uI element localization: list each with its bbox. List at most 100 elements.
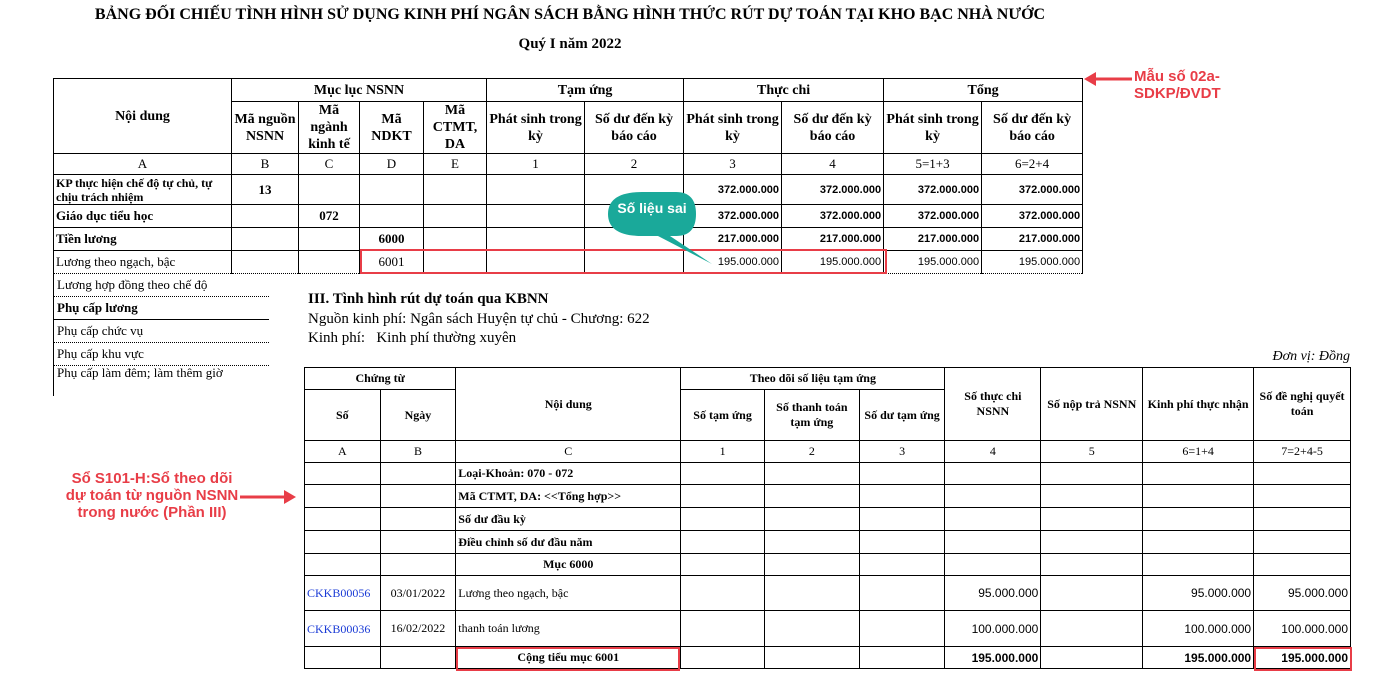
arrow-right-icon	[240, 490, 296, 504]
cell-4: 372.000.000	[781, 174, 885, 205]
header-so-thuc-chi: Số thực chi NSNN	[944, 367, 1042, 441]
header-so-du: Số dư đến kỳ báo cáo	[981, 101, 1084, 154]
cell-1	[486, 174, 586, 205]
header-chung-tu: Chứng từ	[303, 367, 457, 390]
index-cell: C	[298, 153, 360, 175]
index-cell: 3	[858, 440, 946, 463]
table-row: Mục 6000	[304, 553, 1351, 576]
cell-1	[486, 204, 586, 228]
cell-b	[231, 227, 299, 251]
withdrawal-ledger-table: Chứng từ Nội dung Theo dõi số liệu tạm ứ…	[303, 367, 1351, 669]
row-label: Tiền lương	[53, 227, 232, 251]
header-so-du: Số dư đến kỳ báo cáo	[781, 101, 885, 154]
entry-de-nghi: 100.000.000	[1253, 610, 1351, 647]
header-tam-ung: Tạm ứng	[486, 78, 685, 102]
arrow-left-icon	[1084, 72, 1132, 86]
index-cell: 2	[584, 153, 685, 175]
cell-b: 13	[231, 174, 299, 205]
header-ma-ndkt: Mã NDKT	[359, 101, 424, 154]
bubble-text: Số liệu sai	[617, 200, 687, 216]
index-cell: 2	[763, 440, 860, 463]
cell-1	[486, 227, 586, 251]
cell-c	[298, 174, 360, 205]
index-cell: A	[304, 440, 381, 463]
header-thuc-chi: Thực chi	[683, 78, 885, 102]
entry-date: 03/01/2022	[379, 575, 457, 611]
header-ma-nganh: Mã ngành kinh tế	[298, 101, 360, 154]
table-row: CKKB00036 16/02/2022 thanh toán lương 10…	[304, 610, 1351, 647]
cell-c	[298, 227, 360, 251]
table-row: Điều chỉnh số dư đầu năm	[304, 530, 1351, 554]
extra-row: Phụ cấp khu vực	[54, 343, 269, 366]
header-so-nop-tra: Số nộp trả NSNN	[1040, 367, 1144, 441]
extra-row: Lương hợp đồng theo chế độ	[54, 274, 269, 297]
header-so-du: Số dư đến kỳ báo cáo	[584, 101, 685, 154]
index-cell: 4	[944, 440, 1042, 463]
index-cell: 6=2+4	[981, 153, 1084, 175]
header-tong: Tổng	[883, 78, 1084, 102]
table-row: Mã CTMT, DA: <<Tổng hợp>>	[304, 484, 1351, 508]
cell-c	[298, 250, 360, 274]
header-so-tam-ung: Số tạm ứng	[680, 389, 765, 441]
muc-row: Mục 6000	[455, 553, 682, 576]
index-cell: 3	[683, 153, 783, 175]
table-row: Tiền lương 6000 217.000.000 217.000.000 …	[53, 227, 1084, 251]
header-noi-dung: Nội dung	[53, 78, 232, 154]
header-so: Số	[304, 389, 381, 441]
cell-c: 072	[298, 204, 360, 228]
cell-b	[231, 204, 299, 228]
top-table-extra-rows: Lương hợp đồng theo chế độ Phụ cấp lương…	[53, 274, 269, 396]
header-theo-doi: Theo dõi số liệu tạm ứng	[680, 367, 946, 390]
row-label: Lương theo ngạch, bậc	[53, 250, 232, 274]
entry-kinh-phi: 95.000.000	[1142, 575, 1255, 611]
subtotal-thuc-chi: 195.000.000	[944, 646, 1042, 669]
section-source: Nguồn kinh phí: Ngân sách Huyện tự chủ -…	[308, 311, 650, 327]
index-cell: B	[231, 153, 299, 175]
index-cell: 7=2+4-5	[1253, 440, 1351, 463]
header-muc-luc: Mục lục NSNN	[230, 78, 488, 102]
top-reconciliation-table: Nội dung Mục lục NSNN Tạm ứng Thực chi T…	[53, 78, 1084, 274]
cell-6: 195.000.000	[981, 250, 1084, 274]
index-cell: 4	[781, 153, 885, 175]
table-row: KP thực hiện chế độ tự chủ, tự chịu trác…	[53, 174, 1084, 205]
index-cell: 1	[680, 440, 765, 463]
cell-5: 372.000.000	[883, 174, 983, 205]
voucher-link[interactable]: CKKB00036	[304, 610, 381, 647]
header-so-du-tam-ung: Số dư tạm ứng	[858, 389, 946, 441]
entry-thuc-chi: 100.000.000	[944, 610, 1042, 647]
cell-4: 217.000.000	[781, 227, 885, 251]
cell-5: 195.000.000	[883, 250, 983, 274]
subtotal-value-highlight	[1254, 647, 1352, 671]
cell-e	[422, 204, 488, 228]
cell-d	[359, 174, 424, 205]
index-cell: B	[379, 440, 457, 463]
row-label: KP thực hiện chế độ tự chủ, tự chịu trác…	[53, 174, 232, 205]
cell-d	[359, 204, 424, 228]
cell-e	[422, 174, 488, 205]
label-row: Điều chỉnh số dư đầu năm	[455, 530, 682, 554]
report-title: BẢNG ĐỐI CHIẾU TÌNH HÌNH SỬ DỤNG KINH PH…	[94, 6, 1046, 23]
entry-de-nghi: 95.000.000	[1253, 575, 1351, 611]
entry-thuc-chi: 95.000.000	[944, 575, 1042, 611]
report-subtitle: Quý I năm 2022	[518, 36, 622, 52]
header-ngay: Ngày	[379, 389, 457, 441]
header-noi-dung: Nội dung	[455, 367, 682, 441]
callout-ledger: Sổ S101-H:Sổ theo dõi dự toán từ nguồn N…	[65, 470, 239, 521]
header-ma-ctmt: Mã CTMT, DA	[422, 101, 488, 154]
subtotal-kinh-phi: 195.000.000	[1142, 646, 1255, 669]
index-cell: 5=1+3	[883, 153, 983, 175]
index-cell: E	[422, 153, 488, 175]
index-cell: 1	[486, 153, 586, 175]
voucher-link[interactable]: CKKB00056	[304, 575, 381, 611]
header-phat-sinh: Phát sinh trong kỳ	[883, 101, 983, 154]
subtotal-label-highlight	[456, 647, 680, 671]
header-de-nghi: Số đề nghị quyết toán	[1253, 367, 1351, 441]
cell-6: 217.000.000	[981, 227, 1084, 251]
entry-date: 16/02/2022	[379, 610, 457, 647]
header-so-thanh-toan: Số thanh toán tạm ứng	[763, 389, 860, 441]
cell-d: 6000	[359, 227, 424, 251]
cell-b	[231, 250, 299, 274]
index-cell: A	[53, 153, 232, 175]
label-row: Loại-Khoản: 070 - 072	[455, 462, 682, 485]
cell-e	[422, 227, 488, 251]
